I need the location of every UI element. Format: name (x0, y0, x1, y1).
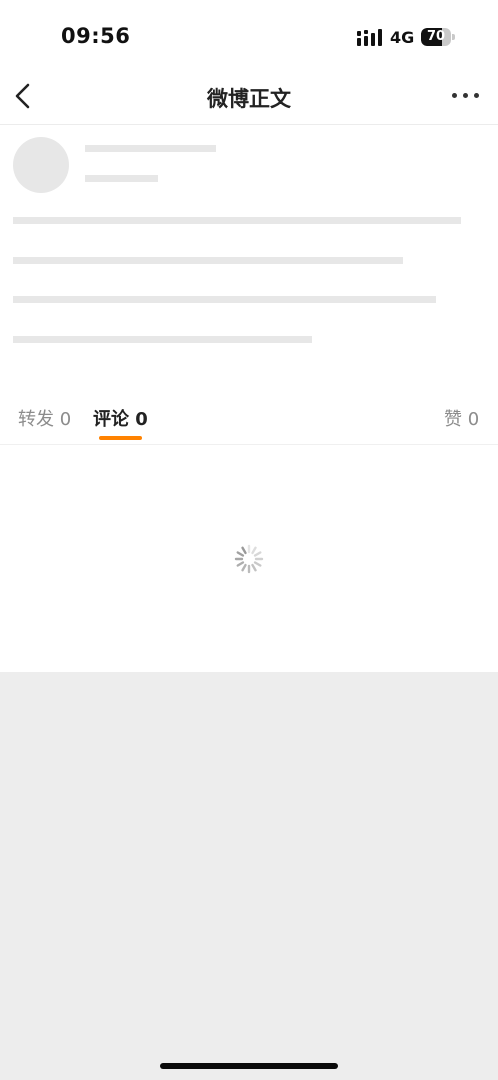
text-line-placeholder (13, 217, 461, 224)
avatar-placeholder (13, 137, 69, 193)
text-line-placeholder (13, 257, 403, 264)
battery-level: 70 (426, 29, 446, 44)
tab-divider (0, 444, 498, 445)
tab-likes[interactable]: 赞 0 (444, 405, 479, 431)
status-time: 09:56 (61, 24, 131, 48)
text-line-placeholder (13, 336, 312, 343)
tab-reposts[interactable]: 转发 0 (18, 405, 71, 431)
nav-divider (0, 124, 498, 125)
username-placeholder (85, 145, 216, 152)
cellular-signal-icon (357, 29, 382, 46)
more-options-icon[interactable] (448, 84, 484, 108)
active-tab-indicator (99, 436, 142, 440)
tab-comments[interactable]: 评论 0 (93, 405, 148, 431)
page-title: 微博正文 (207, 87, 291, 111)
network-type: 4G (390, 28, 415, 47)
text-line-placeholder (13, 296, 436, 303)
loading-spinner-icon (234, 544, 264, 574)
battery-icon: 70 (421, 28, 455, 46)
home-indicator[interactable] (160, 1063, 338, 1069)
meta-placeholder (85, 175, 158, 182)
